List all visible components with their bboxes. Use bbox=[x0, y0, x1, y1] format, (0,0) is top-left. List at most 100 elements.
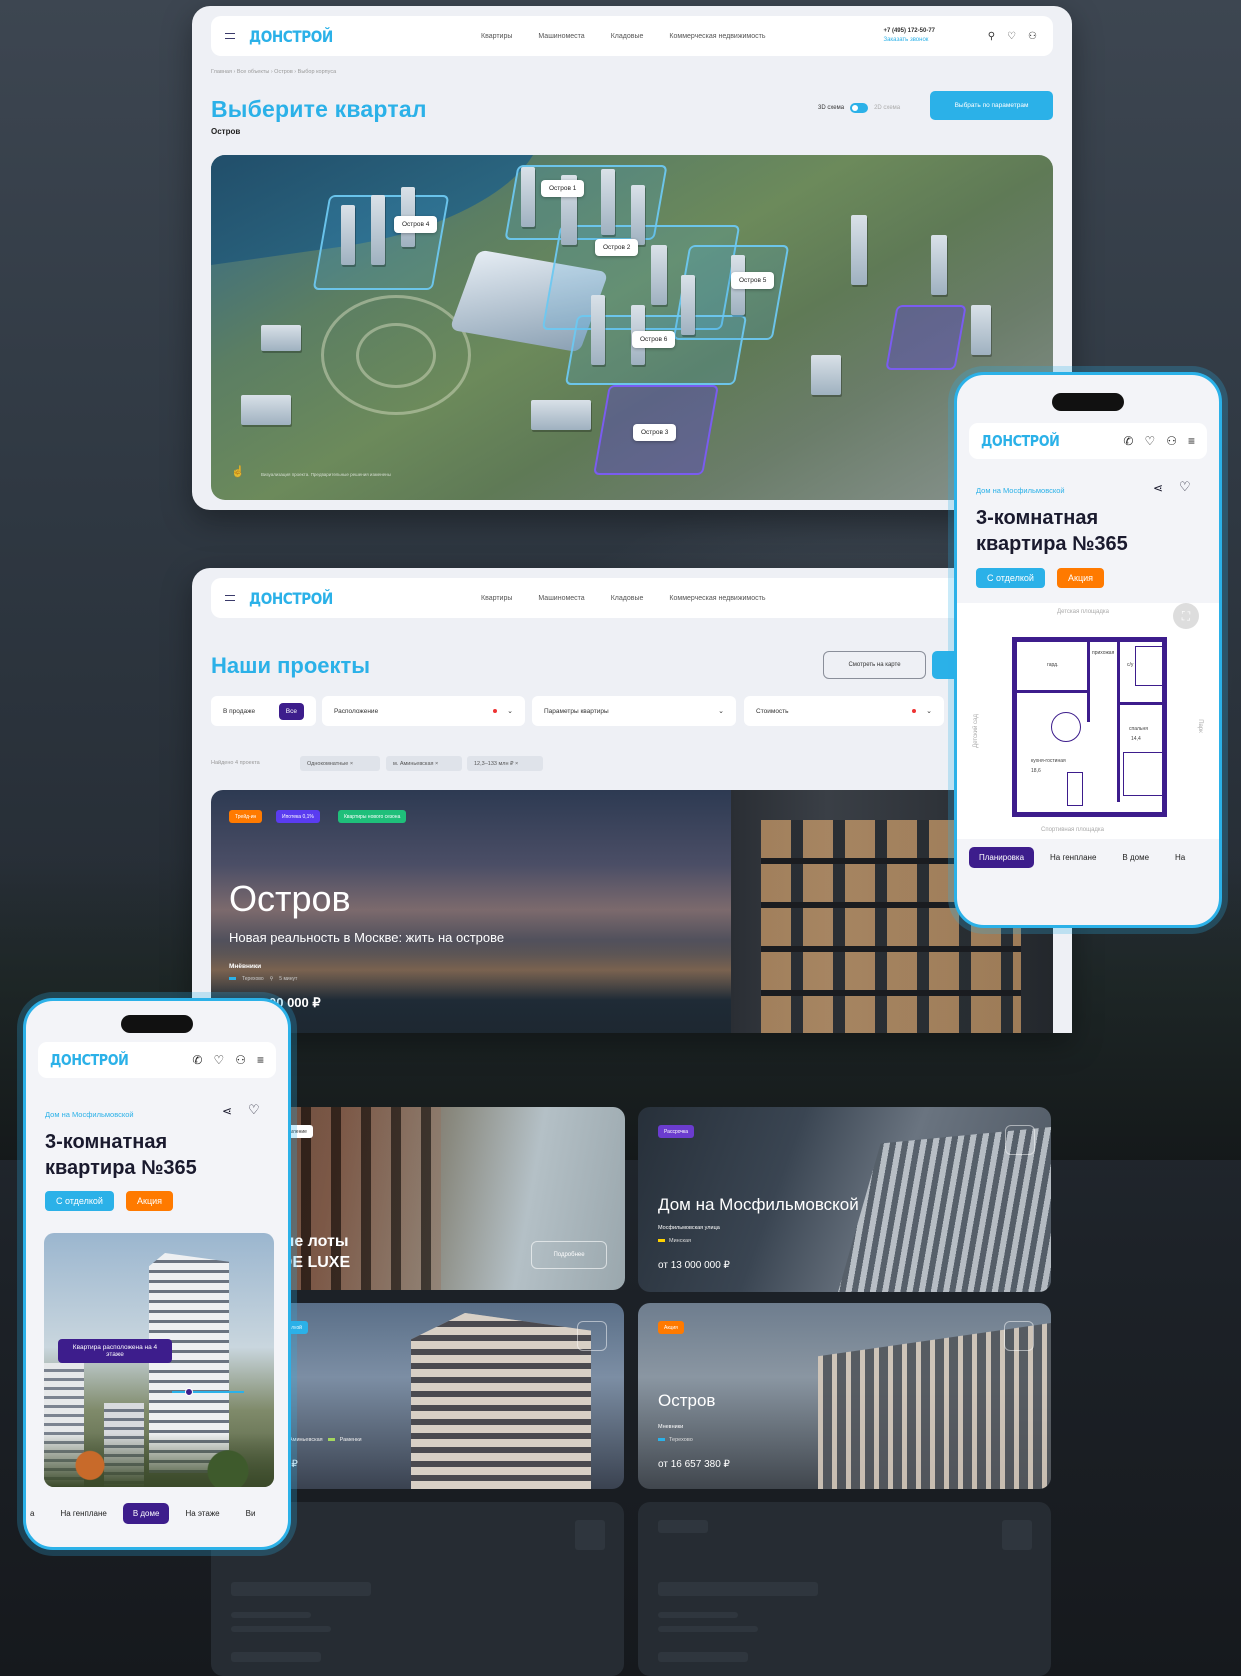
pin-ostrov-4[interactable]: Остров 4 bbox=[394, 216, 438, 233]
project-link[interactable]: Дом на Мосфильмовской bbox=[45, 1110, 134, 1119]
phone-icon[interactable]: ✆ bbox=[192, 1053, 202, 1067]
view-toggle[interactable]: 3D схема 2D схема bbox=[818, 103, 900, 113]
building bbox=[241, 395, 291, 425]
building bbox=[591, 295, 605, 365]
mobile-house-phone: ДОНСТРОЙ ✆ ♡ ⚇ ≡ Дом на Мосфильмовской ⋖… bbox=[23, 998, 291, 1550]
apartment-title: 3-комнатная квартира №365 bbox=[45, 1129, 197, 1181]
tag-new-season: Квартиры нового сезона bbox=[338, 810, 407, 823]
pin-ostrov-6[interactable]: Остров 6 bbox=[632, 331, 676, 348]
sale-segment: В продаже Все bbox=[211, 696, 316, 726]
phone-icon[interactable]: ✆ bbox=[1123, 434, 1133, 448]
plan-wall bbox=[1017, 690, 1087, 693]
nav-link-apartments[interactable]: Квартиры bbox=[481, 33, 512, 40]
phone-number[interactable]: +7 (495) 172-50-77 bbox=[883, 28, 935, 34]
tab-genplan[interactable]: На генплане bbox=[50, 1503, 116, 1524]
nav-link-parking[interactable]: Машиноместа bbox=[538, 33, 584, 40]
nav-link-commercial[interactable]: Коммерческая недвижимость bbox=[669, 33, 765, 40]
segment-sale[interactable]: В продаже bbox=[223, 708, 255, 715]
hero-card[interactable]: Трейд-ин Ипотека 0,1% Квартиры нового се… bbox=[211, 790, 1053, 1033]
mobile-nav-icons: ✆ ♡ ⚇ ≡ bbox=[1123, 434, 1195, 448]
project-card-ostrov[interactable]: Акция Остров Мневники Терехово от 16 657… bbox=[638, 1303, 1051, 1489]
project-card-mosfilm[interactable]: Рассрочка Дом на Мосфильмовской Мосфильм… bbox=[638, 1107, 1051, 1292]
menu-icon[interactable] bbox=[225, 595, 235, 601]
chip-rooms[interactable]: Однокомнатные × bbox=[300, 756, 380, 771]
share-icon[interactable]: ⋖ bbox=[222, 1104, 232, 1118]
heart-icon[interactable]: ♡ bbox=[1179, 479, 1191, 495]
user-icon[interactable]: ⚇ bbox=[235, 1053, 246, 1067]
tab-view[interactable]: Ви bbox=[236, 1503, 266, 1524]
metro-line-icon bbox=[658, 1239, 665, 1242]
logo[interactable]: ДОНСТРОЙ bbox=[981, 432, 1060, 450]
page-title: Наши проекты bbox=[211, 653, 371, 678]
favorite-icon[interactable] bbox=[1004, 1321, 1034, 1351]
zone-extra[interactable] bbox=[885, 305, 967, 370]
phone-notch bbox=[1052, 393, 1124, 411]
logo[interactable]: ДОНСТРОЙ bbox=[50, 1051, 129, 1069]
map-note: Визуализация проекта. Предварительные ре… bbox=[261, 472, 391, 477]
logo[interactable]: ДОНСТРОЙ bbox=[249, 27, 333, 46]
menu-icon[interactable]: ≡ bbox=[257, 1053, 264, 1067]
aerial-map[interactable]: Остров 1 Остров 4 Остров 2 Остров 5 Остр… bbox=[211, 155, 1053, 500]
fullscreen-icon[interactable]: ⛶ bbox=[1173, 603, 1199, 629]
filter-params[interactable]: Параметры квартиры ⌄ bbox=[532, 696, 736, 726]
hero-walk: 5 минут bbox=[279, 976, 298, 982]
callback-link[interactable]: Заказать звонок bbox=[883, 36, 935, 45]
heart-icon[interactable]: ♡ bbox=[1144, 434, 1155, 448]
nav-link-apartments[interactable]: Квартиры bbox=[481, 595, 512, 602]
pin-ostrov-2[interactable]: Остров 2 bbox=[595, 239, 639, 256]
logo[interactable]: ДОНСТРОЙ bbox=[249, 589, 333, 608]
plan-wall bbox=[1117, 642, 1120, 802]
filter-location[interactable]: Расположение ⌄ bbox=[322, 696, 525, 726]
filter-dot bbox=[493, 709, 498, 713]
apartment-title-line2: квартира №365 bbox=[976, 533, 1128, 555]
plan-room-label: гард. bbox=[1047, 662, 1059, 668]
tab-on-floor[interactable]: На этаже bbox=[175, 1503, 229, 1524]
pin-ostrov-5[interactable]: Остров 5 bbox=[731, 272, 775, 289]
segment-all[interactable]: Все bbox=[278, 702, 304, 720]
toggle-switch[interactable] bbox=[850, 103, 869, 113]
floor-marker bbox=[172, 1391, 244, 1393]
params-button[interactable]: Выбрать по параметрам bbox=[930, 91, 1053, 120]
breadcrumb[interactable]: Главная › Все объекты › Остров › Выбор к… bbox=[211, 69, 336, 75]
tab-genplan[interactable]: На генплане bbox=[1040, 847, 1106, 868]
nav-link-commercial[interactable]: Коммерческая недвижимость bbox=[669, 595, 765, 602]
favorite-icon[interactable] bbox=[1005, 1125, 1035, 1155]
nav-link-storage[interactable]: Кладовые bbox=[611, 33, 644, 40]
search-icon[interactable]: ⚲ bbox=[988, 31, 995, 42]
metro-line-icon bbox=[327, 1438, 335, 1441]
tab-in-house[interactable]: В доме bbox=[1112, 847, 1159, 868]
nav-link-storage[interactable]: Кладовые bbox=[611, 595, 644, 602]
tab-plan[interactable]: Планировка bbox=[969, 847, 1035, 868]
tab-plan[interactable]: а bbox=[26, 1503, 44, 1524]
filter-params-label: Параметры квартиры bbox=[544, 707, 609, 715]
house-image[interactable]: Квартира расположена на 4 этаже bbox=[44, 1233, 274, 1487]
project-link[interactable]: Дом на Мосфильмовской bbox=[976, 486, 1065, 495]
heart-icon[interactable]: ♡ bbox=[248, 1102, 260, 1118]
chip-price[interactable]: 12,3–133 млн ₽ × bbox=[467, 756, 543, 771]
pin-ostrov-1[interactable]: Остров 1 bbox=[541, 180, 585, 197]
heart-icon[interactable]: ♡ bbox=[213, 1053, 224, 1067]
map-view-button[interactable]: Смотреть на карте bbox=[823, 651, 926, 679]
menu-icon[interactable] bbox=[225, 33, 235, 39]
menu-icon[interactable]: ≡ bbox=[1188, 434, 1195, 448]
filter-price[interactable]: Стоимость ⌄ bbox=[744, 696, 944, 726]
share-icon[interactable]: ⋖ bbox=[1153, 481, 1163, 495]
details-button[interactable]: Подробнее bbox=[531, 1241, 607, 1269]
user-icon[interactable]: ⚇ bbox=[1028, 31, 1037, 42]
chip-metro[interactable]: м. Аминьевская × bbox=[386, 756, 462, 771]
tab-in-house[interactable]: В доме bbox=[122, 1503, 170, 1524]
floor-plan[interactable]: прихожая гард. с/у спальня 14,4 кухня-го… bbox=[1012, 637, 1167, 817]
plan-room-label: спальня bbox=[1129, 726, 1148, 732]
badge-promo: Акция bbox=[1057, 568, 1104, 588]
mobile-tabs: Планировка На генплане В доме На bbox=[969, 847, 1195, 868]
badge-promo: Акция bbox=[126, 1191, 173, 1211]
nav-link-parking[interactable]: Машиноместа bbox=[538, 595, 584, 602]
tab-more[interactable]: На bbox=[1165, 847, 1195, 868]
building bbox=[931, 235, 947, 295]
pin-ostrov-3[interactable]: Остров 3 bbox=[633, 424, 677, 441]
user-icon[interactable]: ⚇ bbox=[1166, 434, 1177, 448]
page-subtitle: Остров bbox=[211, 127, 241, 136]
favorite-icon[interactable] bbox=[577, 1321, 607, 1351]
heart-icon[interactable]: ♡ bbox=[1007, 31, 1016, 42]
card-building bbox=[411, 1313, 591, 1489]
